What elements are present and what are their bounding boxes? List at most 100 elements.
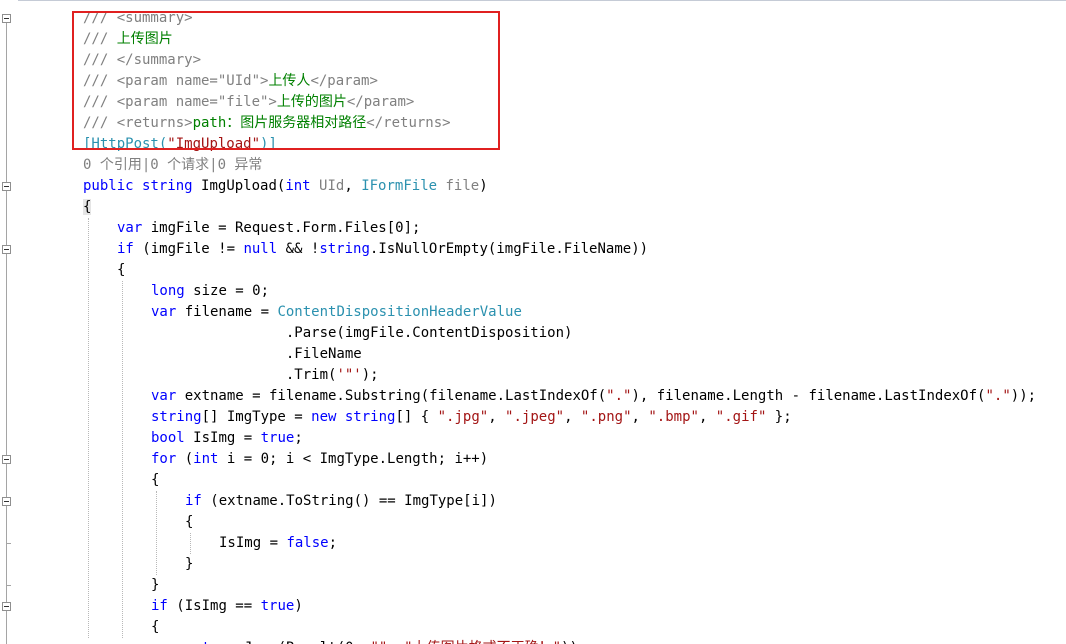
code-token: )]	[260, 136, 277, 152]
collapse-minus-icon[interactable]	[2, 497, 11, 506]
code-token: {	[185, 514, 194, 530]
code-padding	[151, 367, 286, 383]
code-token: {	[151, 472, 160, 488]
code-line[interactable]: 0 个引用|0 个请求|0 异常	[83, 155, 262, 176]
code-token: /// <param name="UId">	[83, 73, 269, 89]
code-token: string	[319, 241, 370, 257]
code-line[interactable]: IsImg = false;	[219, 533, 337, 554]
code-line[interactable]: if (imgFile != null && !string.IsNullOrE…	[117, 239, 648, 260]
code-line[interactable]: if (IsImg == true)	[151, 596, 303, 617]
code-line[interactable]: {	[151, 470, 159, 491]
code-token: /// <summary>	[83, 10, 193, 26]
code-token: null	[243, 241, 278, 257]
code-token: };	[766, 409, 792, 425]
collapse-minus-icon[interactable]	[2, 602, 11, 611]
code-padding	[151, 325, 286, 341]
code-line[interactable]: /// <summary>	[83, 8, 193, 29]
code-line[interactable]: .Parse(imgFile.ContentDisposition)	[151, 323, 573, 344]
code-token: var	[151, 388, 185, 404]
code-token: path：图片服务器相对路径	[192, 115, 367, 131]
outline-end-tick	[6, 585, 11, 586]
code-line[interactable]: [HttpPost("ImgUpload")]	[83, 134, 277, 155]
collapse-minus-icon[interactable]	[2, 455, 11, 464]
code-line[interactable]: for (int i = 0; i < ImgType.Length; i++)	[151, 449, 488, 470]
code-token: int	[285, 178, 320, 194]
code-line[interactable]: /// </summary>	[83, 50, 201, 71]
code-token: ".jpg"	[437, 409, 489, 425]
code-token: bool	[151, 430, 194, 446]
code-token: ,	[488, 409, 506, 425]
code-line[interactable]: return Json(Result(0, "", "上传图片格式不正确！"))…	[185, 638, 586, 644]
code-token: ,	[631, 409, 649, 425]
code-token: /// </summary>	[83, 52, 202, 68]
code-token: ,	[344, 178, 362, 194]
code-line[interactable]: long size = 0;	[151, 281, 269, 302]
code-line[interactable]: .Trim('"');	[151, 365, 379, 386]
code-token: .Parse(imgFile.ContentDisposition)	[285, 325, 573, 341]
code-line[interactable]: {	[83, 197, 92, 218]
code-line[interactable]: }	[151, 575, 159, 596]
code-token: string	[344, 409, 396, 425]
code-line[interactable]: .FileName	[151, 344, 362, 365]
code-token: var	[151, 304, 185, 320]
code-token: ".jpeg"	[505, 409, 565, 425]
code-token: i = 0; i < ImgType.Length; i++)	[226, 451, 489, 467]
code-token: 上传的图片	[276, 94, 347, 110]
code-token: }	[151, 577, 160, 593]
code-token: 上传图片	[116, 31, 173, 47]
indent-guide	[122, 281, 123, 638]
code-token: '"'	[336, 367, 362, 383]
code-token: "."	[985, 388, 1011, 404]
code-line[interactable]: /// <param name="UId">上传人</param>	[83, 71, 378, 92]
code-token: (	[184, 451, 194, 467]
code-line[interactable]: var filename = ContentDispositionHeaderV…	[151, 302, 522, 323]
code-token: ///	[83, 31, 117, 47]
collapse-minus-icon[interactable]	[2, 14, 11, 23]
code-line[interactable]: var extname = filename.Substring(filenam…	[151, 386, 1036, 407]
code-line[interactable]: /// <param name="file">上传的图片</param>	[83, 92, 414, 113]
code-line[interactable]: {	[185, 512, 193, 533]
code-token: imgFile = Request.Form.Files[0];	[150, 220, 421, 236]
code-token: ));	[1010, 388, 1037, 404]
code-token: /// <param name="file">	[83, 94, 277, 110]
code-editor[interactable]: /// <summary> /// 上传图片 /// </summary> /// <…	[0, 0, 1066, 644]
code-token: (IsImg ==	[176, 598, 261, 614]
code-line[interactable]: {	[117, 260, 125, 281]
collapse-minus-icon[interactable]	[2, 245, 11, 254]
code-token: true	[260, 598, 295, 614]
code-line[interactable]: var imgFile = Request.Form.Files[0];	[117, 218, 420, 239]
code-line[interactable]: {	[151, 617, 159, 638]
code-token: 上传人	[268, 73, 311, 89]
code-line[interactable]: public string ImgUpload(int UId, IFormFi…	[83, 176, 488, 197]
code-token: )	[294, 598, 303, 614]
code-token: return	[185, 640, 244, 644]
code-token: file	[445, 178, 480, 194]
collapse-minus-icon[interactable]	[2, 182, 11, 191]
code-line[interactable]: /// <returns>path：图片服务器相对路径</returns>	[83, 113, 451, 134]
code-token: }	[185, 556, 194, 572]
code-token: string	[142, 178, 202, 194]
code-token: ,	[564, 409, 581, 425]
code-token: if	[185, 493, 211, 509]
code-line[interactable]: /// 上传图片	[83, 29, 173, 50]
outline-end-tick	[6, 543, 11, 544]
code-token: "ImgUpload"	[167, 136, 261, 152]
outline-line	[6, 14, 7, 644]
code-token: var	[117, 220, 151, 236]
code-token: size = 0;	[193, 283, 270, 299]
code-line[interactable]: if (extname.ToString() == ImgType[i])	[185, 491, 497, 512]
code-token: [] ImgType =	[201, 409, 312, 425]
code-line[interactable]: string[] ImgType = new string[] { ".jpg"…	[151, 407, 792, 428]
code-line[interactable]: bool IsImg = true;	[151, 428, 303, 449]
code-token: {	[151, 619, 160, 635]
code-line[interactable]: }	[185, 554, 193, 575]
code-token: [] {	[395, 409, 438, 425]
code-token: .Trim(	[285, 367, 337, 383]
code-token: ;	[294, 430, 303, 446]
indent-guide	[88, 218, 89, 638]
code-token: .FileName	[285, 346, 362, 362]
code-token: "."	[606, 388, 632, 404]
code-token: {	[83, 199, 92, 215]
code-token: (imgFile !=	[142, 241, 244, 257]
code-token: public	[83, 178, 143, 194]
